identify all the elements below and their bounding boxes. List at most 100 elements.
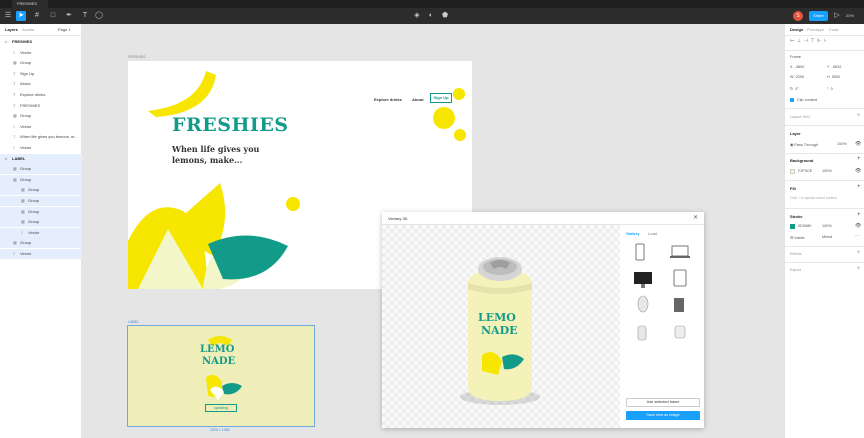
layer-row[interactable]: ⌇ Vector [0,48,82,58]
lemon-arc-shape [148,71,216,117]
add-export-icon[interactable]: + [857,266,861,272]
layer-row[interactable]: ▦ Group [0,206,82,217]
layer-row[interactable]: ▦ Group [0,196,82,206]
use-selected-frame-button[interactable]: Use selected frame [626,398,700,407]
stroke-color-swatch[interactable] [790,224,795,229]
effects-heading[interactable]: Effects [790,252,802,256]
tab-load[interactable]: Load [648,231,657,236]
nav-link-explore[interactable]: Explore drinks [374,97,402,102]
frame-label-freshies[interactable]: FRESHIES [128,55,146,59]
lemon-dot-shape [454,129,466,141]
tab-design[interactable]: Design [790,27,803,32]
bg-hex[interactable]: F2F9CE [798,169,812,173]
export-heading[interactable]: Export [790,268,801,272]
vector-icon: ⌇ [21,229,23,235]
layer-row[interactable]: T FRESHIES [0,101,82,111]
frame-dropdown[interactable]: Frame [790,55,801,59]
stroke-visibility-icon[interactable]: 👁 [855,223,861,229]
3d-preview-viewport[interactable]: LEMO NADE [382,225,620,428]
text-tool-icon[interactable]: T [80,11,90,21]
add-stroke-icon[interactable]: + [857,212,861,218]
layer-row[interactable]: ⌇ Vector [0,122,82,132]
component-icon[interactable]: ◈ [412,11,422,21]
layer-row[interactable]: # FRESHIES [0,37,82,47]
gallery-thumb-tablet [673,269,687,287]
shape-tool-icon[interactable]: □ [48,11,58,21]
add-layout-grid-icon[interactable]: + [857,113,861,119]
layer-name: When life gives you lemons, m... [20,134,78,140]
label-frame[interactable]: LEMO NADE sparkling [127,325,315,427]
layer-name: Sign Up [20,70,35,76]
clip-content-checkbox[interactable] [790,98,794,102]
save-as-image-button[interactable]: Save new as image [626,411,700,420]
pen-tool-icon[interactable]: ✒ [64,11,74,21]
tab-prototype[interactable]: Prototype [807,27,824,32]
layout-grid-heading[interactable]: Layout Grid [790,115,810,119]
frame-label-label[interactable]: LABEL [128,320,139,324]
layer-row[interactable]: ▦ Group [0,111,82,121]
present-icon[interactable]: ▷ [832,11,842,21]
h-input[interactable]: H 5052 [827,75,840,79]
add-background-icon[interactable]: + [857,156,861,162]
group-icon: ▦ [21,208,25,214]
layer-name: Vector [20,145,32,150]
add-effect-icon[interactable]: + [857,250,861,256]
file-tab[interactable]: FRESHIES [12,0,48,8]
layer-row[interactable]: ⌇ Vector [0,227,82,238]
visibility-icon[interactable]: 👁 [855,141,861,147]
layer-opacity[interactable]: 100% [837,142,847,146]
blend-mode-dropdown[interactable]: ◉ Pass Through [790,142,818,147]
gallery-thumb-box [674,298,684,312]
lemon-dot-shape [286,197,300,211]
contrast-icon[interactable]: ◐ [426,11,436,21]
layer-row[interactable]: ▦ Group [0,238,82,249]
stroke-opacity[interactable]: 100% [822,224,832,228]
add-fill-icon[interactable]: + [857,184,861,190]
stroke-side-dropdown[interactable]: ☰ Inside [790,235,805,240]
close-icon[interactable]: ✕ [693,214,698,221]
bg-visibility-icon[interactable]: 👁 [855,168,861,174]
layer-row[interactable]: ▦ Group [0,217,82,228]
share-button[interactable]: Share [809,11,828,21]
group-icon: ▦ [21,198,25,203]
layer-row[interactable]: # LABEL [0,153,82,164]
w-input[interactable]: W 2200 [790,75,804,79]
zoom-level[interactable]: 20% [846,11,854,21]
layer-row[interactable]: T Sign Up [0,69,82,79]
group-icon: ▦ [21,219,25,225]
move-tool-icon[interactable]: ➤ [16,11,26,21]
stroke-weight[interactable]: Mixed [822,235,832,239]
frame-tool-icon[interactable]: # [32,11,42,21]
layer-row[interactable]: ▦ Group [0,58,82,68]
y-input[interactable]: Y -9632 [827,65,841,69]
layer-row[interactable]: ▦ Group [0,185,82,196]
bg-color-swatch[interactable] [790,169,795,174]
align-tools-icon[interactable]: ⊢⊥⊣⊤⊩⊦ [790,38,829,44]
stroke-more-icon[interactable]: ⋯ [855,233,860,239]
layer-row[interactable]: T When life gives you lemons, m... [0,132,82,142]
layer-row[interactable]: T About [0,79,82,89]
rotation-input[interactable]: ↻ 0° [790,86,799,91]
comment-tool-icon[interactable]: ◯ [94,11,104,21]
nav-link-about[interactable]: About [412,97,424,102]
x-input[interactable]: X -3800 [790,65,804,69]
fill-tool-icon[interactable]: ⬟ [440,11,450,21]
layer-row[interactable]: ▦ Group [0,164,82,175]
stroke-heading: Stroke [790,214,803,219]
main-menu-icon[interactable]: ☰ [3,11,13,21]
layer-row[interactable]: ⌇ Vector [0,143,82,153]
layer-row[interactable]: ▦ Group [0,174,82,185]
tab-gallery[interactable]: Gallery [626,231,640,236]
avatar[interactable]: S [793,11,803,21]
stroke-hex[interactable]: 0D0980 [798,224,811,228]
layer-row[interactable]: T Explore drinks [0,90,82,100]
tab-layers[interactable]: Layers [5,27,18,32]
tab-code[interactable]: Code [829,27,839,32]
layer-row[interactable]: ⌇ Vector [0,249,82,259]
tab-assets[interactable]: Assets [22,27,34,32]
radius-input[interactable]: ◜ 0 [827,86,833,91]
canvas[interactable]: FRESHIES Explore drinks About Sign Up FR… [82,24,784,438]
bg-opacity[interactable]: 100% [822,169,832,173]
nav-signup-button[interactable]: Sign Up [430,93,452,103]
page-selector[interactable]: Page 1 [58,27,71,32]
